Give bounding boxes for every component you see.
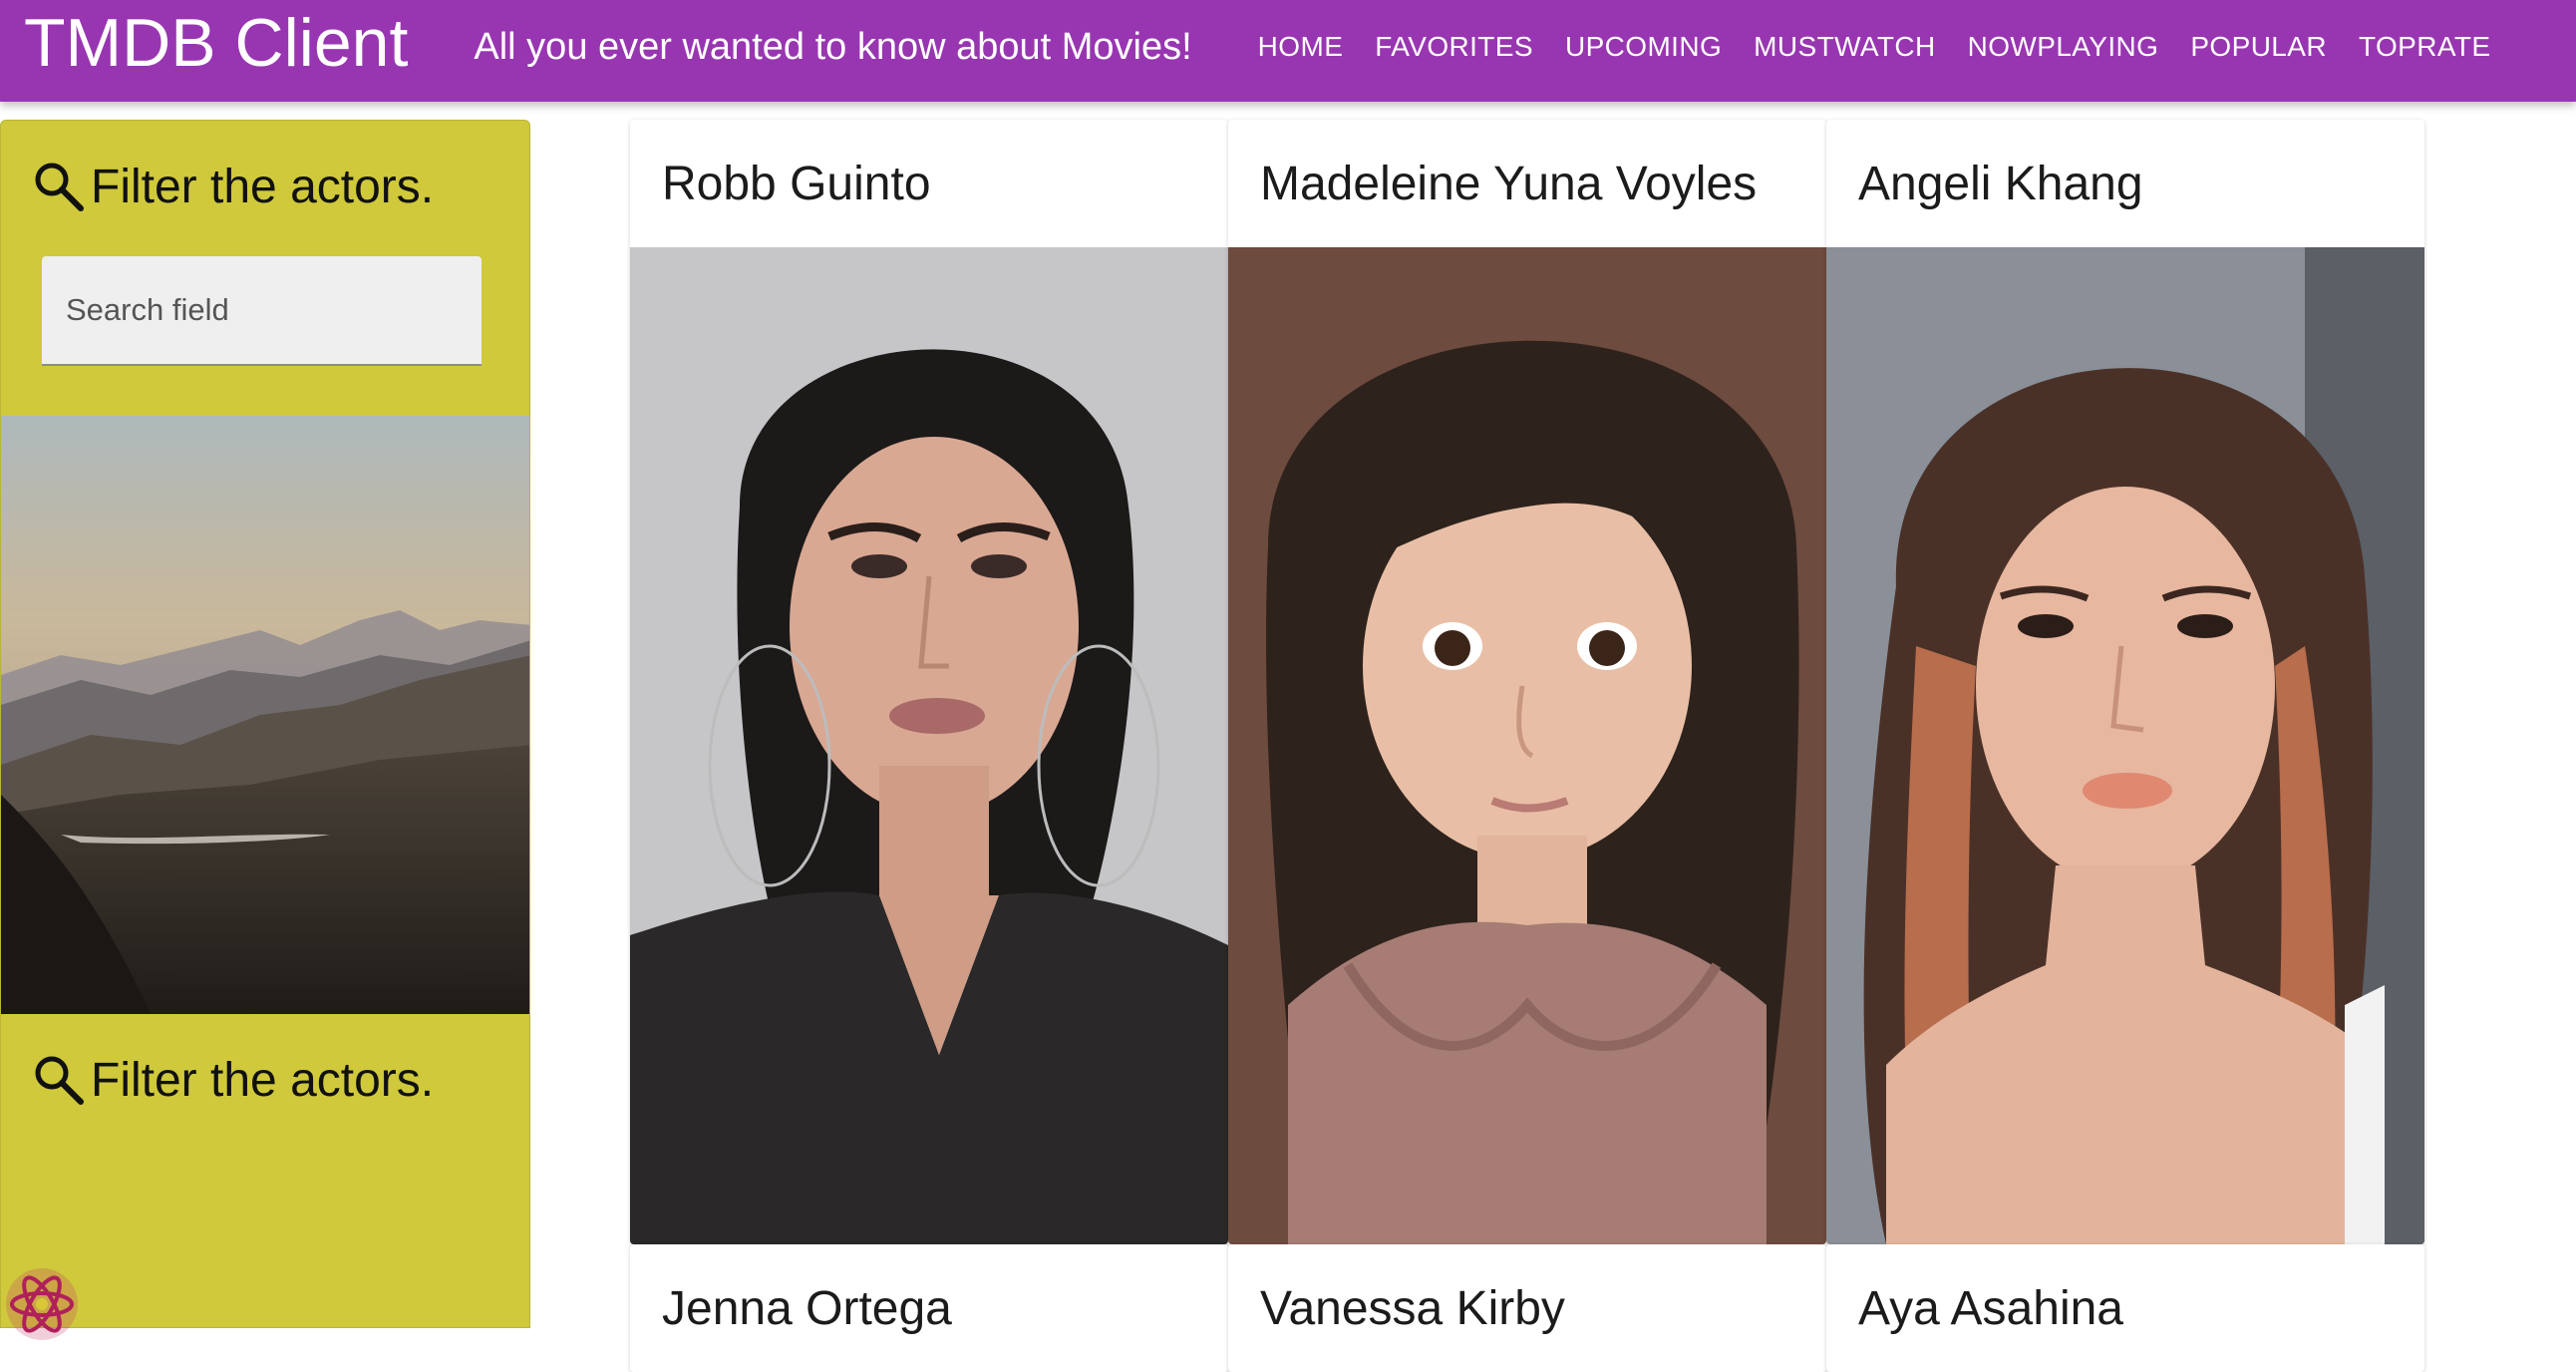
actor-name: Robb Guinto bbox=[662, 157, 931, 210]
nav-popular[interactable]: POPULAR bbox=[2174, 31, 2343, 63]
actor-name: Aya Asahina bbox=[1858, 1281, 2123, 1335]
actor-photo[interactable] bbox=[1228, 247, 1826, 1244]
actor-card[interactable]: Aya Asahina bbox=[1826, 1244, 2424, 1372]
actor-photo[interactable] bbox=[630, 247, 1228, 1244]
actor-card[interactable]: Jenna Ortega bbox=[630, 1244, 1228, 1372]
nav-nowplaying[interactable]: NOWPLAYING bbox=[1952, 31, 2175, 63]
app-subtitle: All you ever wanted to know about Movies… bbox=[474, 25, 1192, 68]
nav-upcoming[interactable]: UPCOMING bbox=[1549, 31, 1738, 63]
search-icon bbox=[31, 159, 87, 214]
filter-label: Filter the actors. bbox=[91, 161, 435, 213]
actor-card[interactable]: Madeleine Yuna Voyles bbox=[1228, 120, 1826, 1244]
nav-favorites[interactable]: FAVORITES bbox=[1359, 31, 1549, 63]
filter-sidebar: Filter the actors. Search field Filter t… bbox=[0, 120, 530, 1328]
actor-photo[interactable] bbox=[1826, 247, 2424, 1244]
nav-home[interactable]: HOME bbox=[1242, 31, 1360, 63]
react-logo-icon bbox=[4, 1266, 80, 1347]
landscape-image bbox=[1, 416, 529, 1014]
app-bar: TMDB Client All you ever wanted to know … bbox=[0, 0, 2576, 102]
nav-toprated[interactable]: TOPRATE bbox=[2343, 31, 2506, 63]
actor-card[interactable]: Vanessa Kirby bbox=[1228, 1244, 1826, 1372]
search-icon bbox=[31, 1052, 87, 1108]
actor-card[interactable]: Robb Guinto bbox=[630, 120, 1228, 1244]
search-input[interactable] bbox=[42, 256, 482, 366]
main-nav: HOME FAVORITES UPCOMING MUSTWATCH NOWPLA… bbox=[1242, 31, 2507, 63]
actor-name: Jenna Ortega bbox=[662, 1281, 952, 1335]
nav-mustwatch[interactable]: MUSTWATCH bbox=[1738, 31, 1951, 63]
actor-name: Madeleine Yuna Voyles bbox=[1260, 157, 1758, 210]
actor-name: Angeli Khang bbox=[1858, 157, 2143, 210]
filter-header: Filter the actors. bbox=[31, 159, 434, 214]
filter-label-2: Filter the actors. bbox=[91, 1054, 435, 1107]
actor-card[interactable]: Angeli Khang bbox=[1826, 120, 2424, 1244]
filter-header-2: Filter the actors. bbox=[31, 1052, 434, 1108]
app-title[interactable]: TMDB Client bbox=[24, 4, 408, 82]
actor-name: Vanessa Kirby bbox=[1260, 1281, 1565, 1335]
